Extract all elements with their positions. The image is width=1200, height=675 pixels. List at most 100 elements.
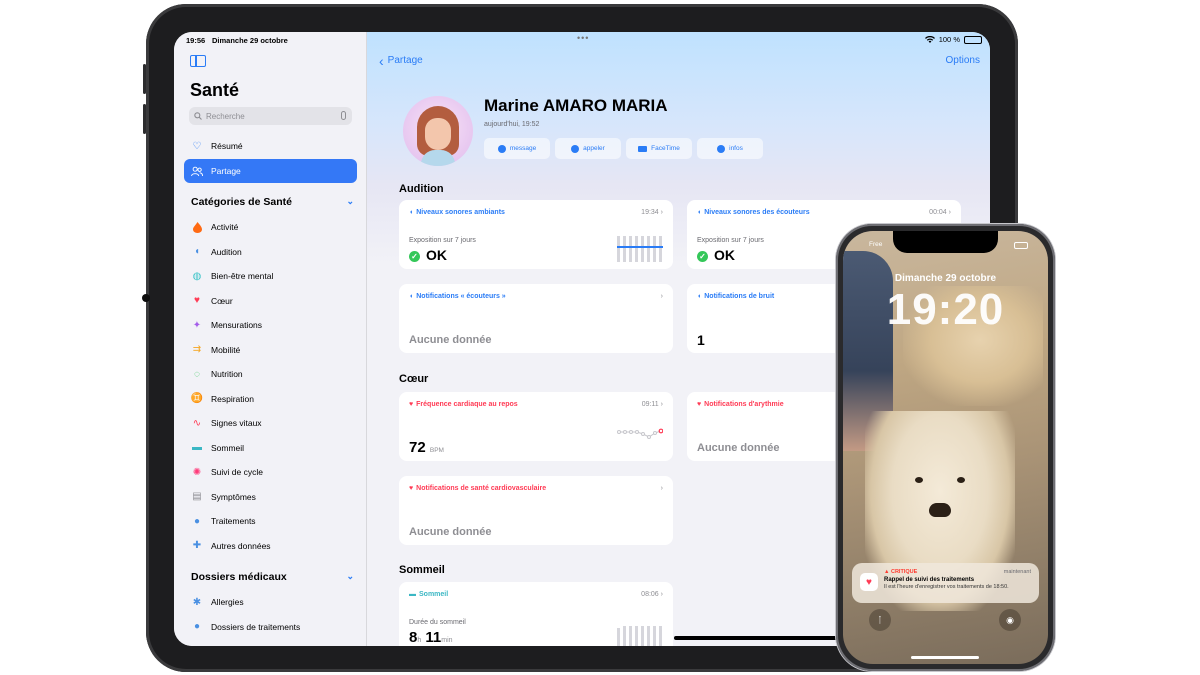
clipboard-icon: ▤ (192, 491, 202, 502)
person-circle-icon (717, 144, 726, 153)
sidebar-item-bien-tre-mental[interactable]: ◍ Bien-être mental (184, 264, 357, 288)
bed-icon: ▬ (409, 591, 416, 598)
card-value: 72 BPM (409, 439, 444, 456)
section-title-coeur: Cœur (399, 373, 429, 385)
multitasking-dots-icon[interactable]: ••• (577, 33, 589, 43)
flashlight-icon[interactable]: ᛙ (869, 609, 891, 631)
chevron-right-icon: › (660, 591, 663, 598)
categories-header[interactable]: Catégories de Santé ⌄ (191, 196, 354, 208)
message-button[interactable]: message (484, 138, 550, 159)
card-title: ▬ Sommeil (409, 591, 449, 598)
heart-icon: ♥ (697, 401, 702, 408)
health-app-icon: ♥ (860, 573, 878, 591)
notch (893, 231, 998, 253)
sidebar-toggle-icon[interactable] (190, 55, 206, 67)
battery-percent: 100 % (938, 35, 960, 44)
facetime-button[interactable]: FaceTime (626, 138, 692, 159)
notification-tag: ▲ CRITIQUE (884, 569, 918, 575)
info-button[interactable]: infos (697, 138, 763, 159)
exposure-bars-chart (617, 232, 663, 262)
sidebar-item-respiration[interactable]: ♊ Respiration (184, 387, 357, 411)
pills-icon: ● (193, 515, 201, 527)
call-button[interactable]: appeler (555, 138, 621, 159)
heart-rate-sparkline (617, 428, 663, 439)
iphone-device: Free Dimanche 29 octobre 19:20 ♥ ▲ CRITI… (836, 224, 1055, 671)
chevron-right-icon: › (660, 401, 663, 408)
sidebar-item-partage[interactable]: Partage (184, 159, 357, 183)
card-value: 8h 11min (409, 629, 453, 646)
sidebar-item-mobilit-[interactable]: ⇉ Mobilité (184, 338, 357, 362)
search-placeholder: Recherche (206, 111, 245, 121)
sidebar-item-autres-donn-es[interactable]: ✚ Autres données (184, 534, 357, 558)
back-label: Partage (387, 55, 423, 66)
sidebar-item-dossiers-de-traitements[interactable]: ● Dossiers de traitements (184, 615, 357, 639)
sidebar-item-label: Bien-être mental (211, 271, 274, 281)
sidebar-item-suivi-de-cycle[interactable]: ✺ Suivi de cycle (184, 460, 357, 484)
person-updated: aujourd'hui, 19:52 (484, 121, 540, 128)
warning-icon: ▲ (884, 569, 890, 575)
wallpaper-dog-nose (929, 503, 951, 517)
back-button[interactable]: ‹ Partage (379, 52, 423, 69)
heart-outline-icon: ♡ (192, 140, 202, 152)
camera-icon[interactable]: ◉ (999, 609, 1021, 631)
search-input[interactable]: Recherche (189, 107, 352, 125)
card-subtitle: Durée du sommeil (409, 619, 466, 626)
ipad-side-button (143, 104, 146, 134)
plus-icon: ✚ (192, 540, 202, 551)
chevron-left-icon: ‹ (379, 52, 384, 69)
notification-body: Il est l'heure d'enregistrer vos traitem… (884, 584, 1009, 590)
ipad-camera-icon (142, 294, 150, 302)
sidebar-item-allergies[interactable]: ✱ Allergies (184, 590, 357, 614)
card-subtitle: Exposition sur 7 jours (697, 237, 764, 244)
ear-icon: ◖ (409, 293, 414, 300)
card-value: ✓ OK (697, 247, 735, 263)
sidebar-item-resume[interactable]: ♡ Résumé (184, 134, 357, 158)
records-header-label: Dossiers médicaux (191, 571, 287, 583)
card-resting-heart-rate[interactable]: ♥ Fréquence cardiaque au repos 09:11 › 72… (399, 392, 673, 461)
ipad-side-button (143, 64, 146, 94)
sidebar-item-audition[interactable]: ◖ Audition (184, 240, 357, 264)
sidebar-title: Santé (190, 80, 240, 100)
sidebar-item-nutrition[interactable]: ◌ Nutrition (184, 362, 357, 386)
chevron-right-icon: › (948, 209, 951, 216)
card-sleep[interactable]: ▬ Sommeil 08:06 › Durée du sommeil 8h 11m… (399, 582, 673, 646)
sidebar-item-label: Sommeil (211, 442, 245, 453)
card-time: 08:06 › (641, 591, 663, 598)
sidebar-item-label: Audition (211, 246, 242, 257)
scene: 19:56 Dimanche 29 octobre ••• 100 % Sant… (0, 0, 1200, 675)
wallpaper-dog-eye (915, 477, 923, 483)
person-name: Marine AMARO MARIA (484, 96, 668, 115)
card-subtitle: Exposition sur 7 jours (409, 237, 476, 244)
search-icon (194, 112, 202, 120)
card-cardio-notifications[interactable]: ♥ Notifications de santé cardiovasculaire… (399, 476, 673, 545)
head-icon: ◍ (192, 270, 202, 282)
ear-icon: ◖ (697, 293, 702, 300)
options-button[interactable]: Options (946, 55, 980, 66)
sidebar-item-sommeil[interactable]: ▬ Sommeil (184, 436, 357, 460)
card-value: ✓ OK (409, 247, 447, 263)
status-time: 19:56 (186, 36, 206, 45)
card-empty-value: Aucune donnée (409, 334, 492, 346)
waveform-icon: ∿ (192, 417, 202, 429)
chevron-down-icon[interactable]: ⌄ (346, 196, 354, 207)
microphone-icon[interactable] (341, 111, 346, 120)
sidebar-item-signes-vitaux[interactable]: ∿ Signes vitaux (184, 411, 357, 435)
records-header[interactable]: Dossiers médicaux ⌄ (191, 571, 354, 583)
checkmark-icon: ✓ (409, 250, 420, 262)
chevron-down-icon[interactable]: ⌄ (346, 571, 354, 582)
sidebar-item-activit-[interactable]: Activité (184, 215, 357, 239)
sidebar-item-mensurations[interactable]: ✦ Mensurations (184, 313, 357, 337)
ear-icon: ◖ (193, 246, 201, 257)
sidebar-item-sympt-mes[interactable]: ▤ Symptômes (184, 485, 357, 509)
critical-notification[interactable]: ♥ ▲ CRITIQUE maintenant Rappel de suivi … (852, 563, 1039, 603)
sidebar-item-c-ur[interactable]: ♥ Cœur (184, 289, 357, 313)
card-empty-value: Aucune donnée (697, 442, 780, 454)
card-headphone-notifications[interactable]: ◖ Notifications « écouteurs » › Aucune do… (399, 284, 673, 353)
home-indicator[interactable] (911, 656, 979, 659)
status-date: Dimanche 29 octobre (212, 36, 288, 45)
action-label: FaceTime (651, 145, 680, 152)
sidebar-item-traitements[interactable]: ● Traitements (184, 509, 357, 533)
card-ambient-sound[interactable]: ◖ Niveaux sonores ambiants 19:34 › Exposi… (399, 200, 673, 269)
sidebar-item-label: Nutrition (211, 369, 243, 379)
battery-icon (1014, 242, 1028, 249)
